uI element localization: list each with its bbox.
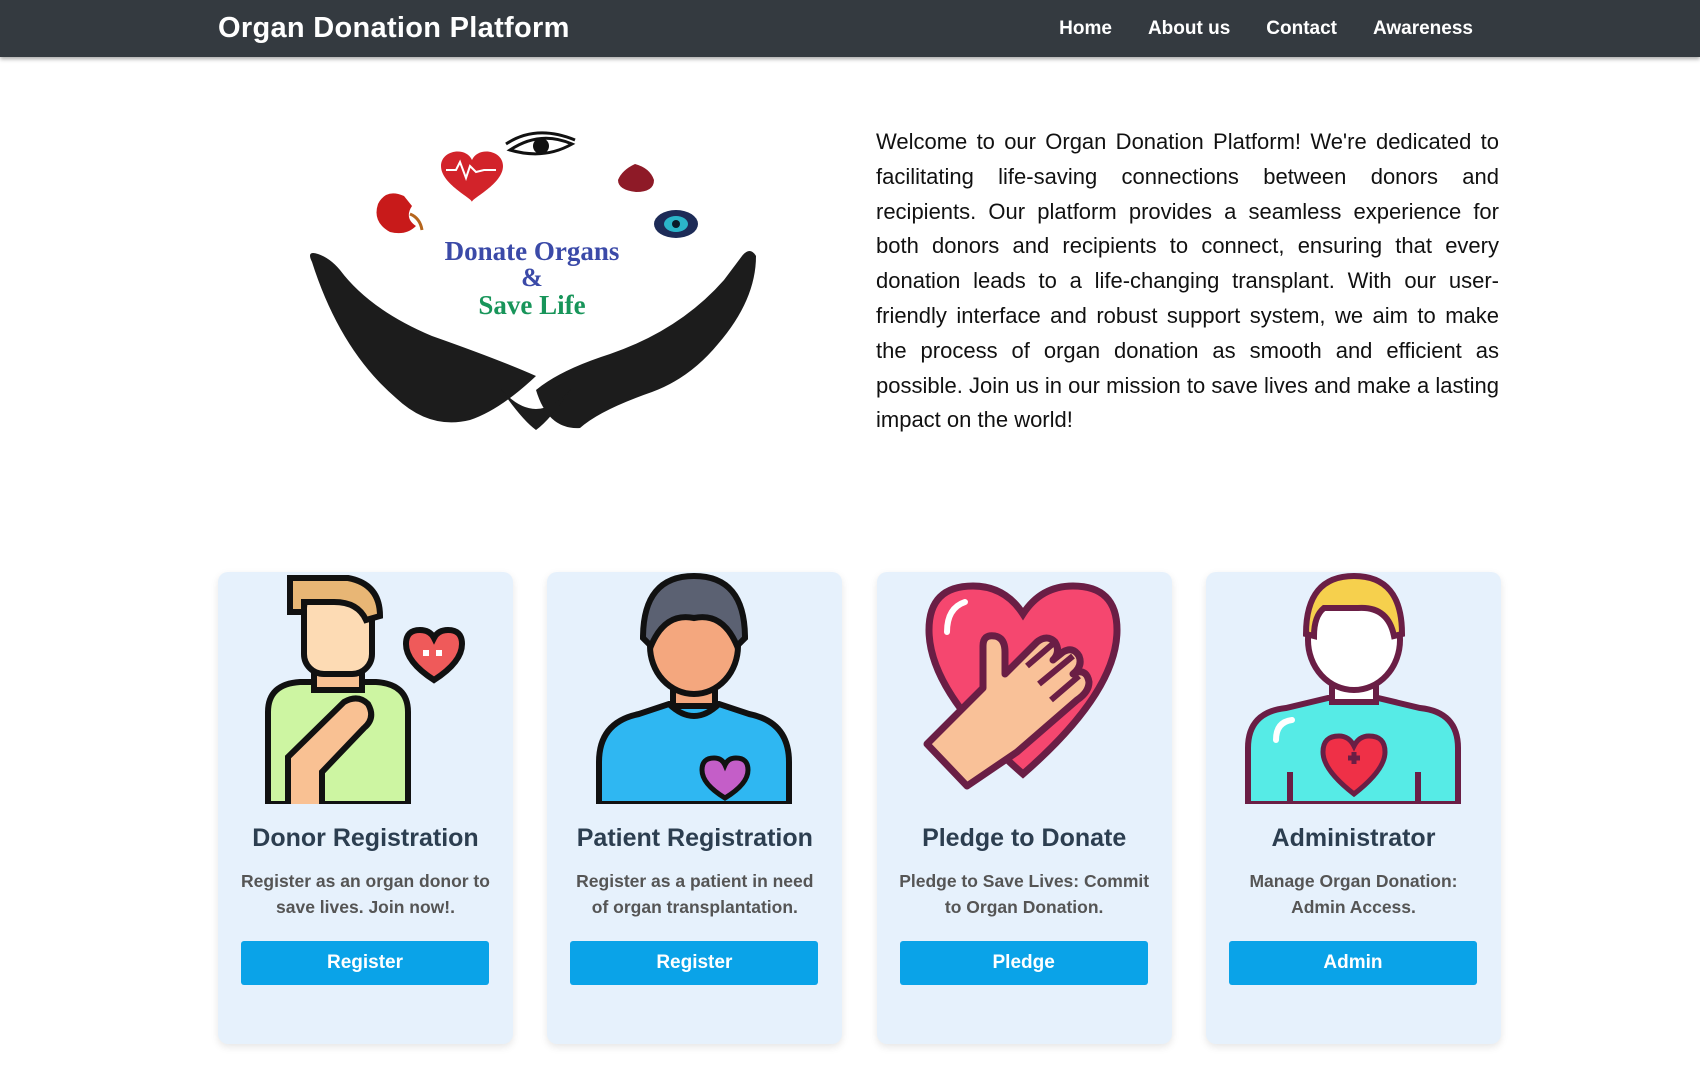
card-description: Pledge to Save Lives: Commit to Organ Do…	[899, 871, 1150, 917]
kidney-organ-icon	[376, 193, 424, 234]
card-administrator: Administrator Manage Organ Donation: Adm…	[1205, 572, 1501, 1044]
logo-text-ampersand: &	[521, 263, 543, 292]
patient-icon	[596, 572, 793, 804]
card-title: Donor Registration	[252, 824, 479, 852]
action-cards: Donor Registration Register as an organ …	[218, 572, 1501, 1044]
card-patient-registration: Patient Registration Register as a patie…	[547, 572, 843, 1044]
patient-register-button[interactable]: Register	[570, 941, 819, 985]
card-pledge-to-donate: Pledge to Donate Pledge to Save Lives: C…	[876, 572, 1172, 1044]
nav-contact[interactable]: Contact	[1266, 18, 1337, 40]
admin-button[interactable]: Admin	[1228, 941, 1477, 985]
donate-organs-logo: Donate Organs & Save Life	[310, 131, 756, 430]
top-navbar: Organ Donation Platform Home About us Co…	[0, 0, 1700, 57]
heart-hand-icon	[923, 582, 1121, 790]
card-title: Administrator	[1271, 824, 1436, 852]
card-title: Pledge to Donate	[922, 824, 1127, 852]
intro-paragraph: Welcome to our Organ Donation Platform! …	[876, 129, 1499, 433]
pledge-button[interactable]: Pledge	[899, 941, 1148, 985]
nav-home[interactable]: Home	[1059, 18, 1112, 40]
brand-title[interactable]: Organ Donation Platform	[218, 12, 570, 45]
liver-organ-icon	[618, 164, 654, 192]
donor-register-button[interactable]: Register	[241, 941, 489, 985]
card-description: Register as a patient in need of organ t…	[576, 871, 814, 917]
eye-organ-icon	[505, 131, 576, 156]
donor-icon	[265, 575, 466, 804]
cornea-organ-icon	[654, 210, 698, 238]
logo-text-save-life: Save Life	[478, 290, 585, 320]
administrator-icon	[1244, 572, 1461, 804]
card-title: Patient Registration	[576, 824, 813, 852]
nav-links: Home About us Contact Awareness	[1059, 18, 1473, 40]
nav-about-us[interactable]: About us	[1148, 18, 1230, 40]
card-donor-registration: Donor Registration Register as an organ …	[218, 572, 513, 1044]
logo-text-donate-organs: Donate Organs	[445, 236, 620, 266]
nav-awareness[interactable]: Awareness	[1373, 18, 1473, 40]
heart-organ-icon	[441, 151, 503, 202]
card-description: Manage Organ Donation: Admin Access.	[1249, 871, 1458, 917]
card-description: Register as an organ donor to save lives…	[241, 871, 490, 917]
